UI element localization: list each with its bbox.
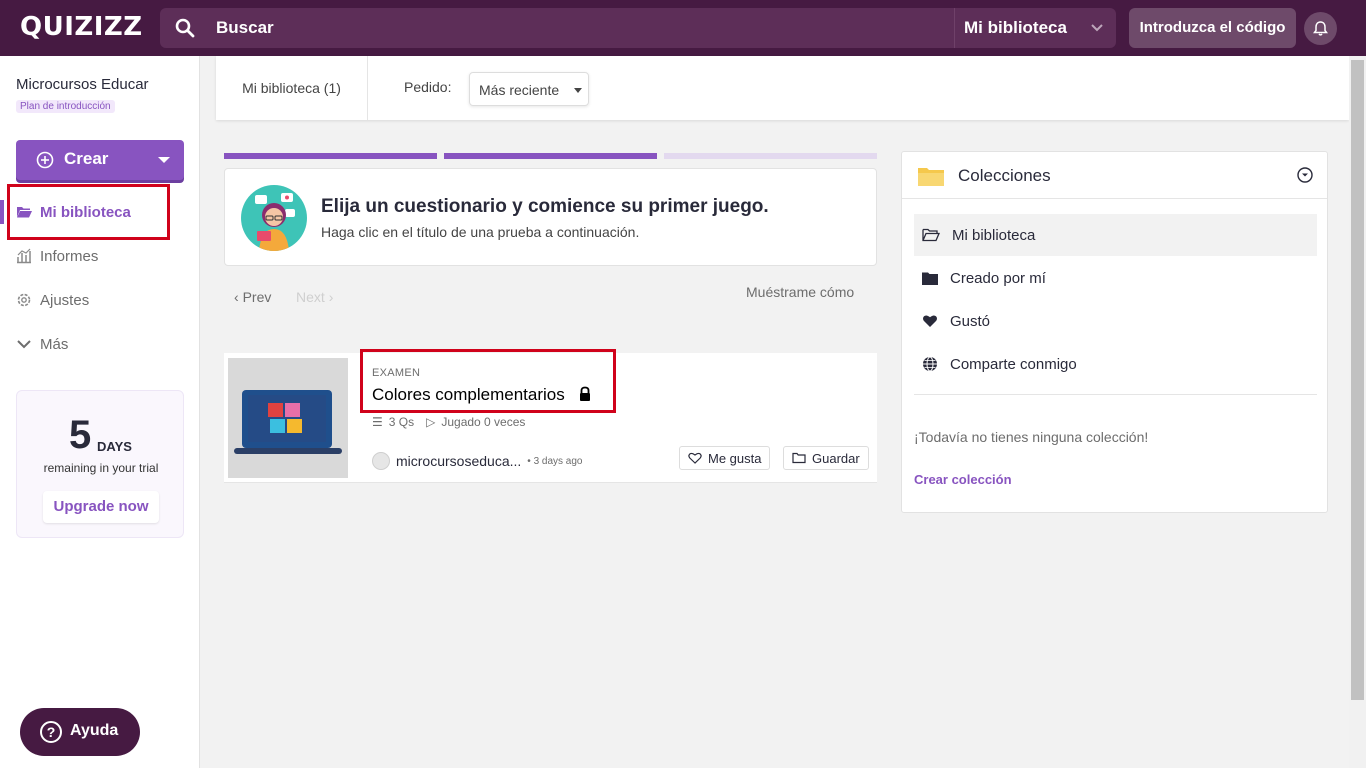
collection-label: Creado por mí [950, 269, 1046, 287]
caret-down-icon[interactable] [158, 157, 170, 163]
progress-segment-3 [664, 153, 877, 159]
order-select[interactable]: Más reciente [469, 72, 589, 106]
folder-icon [792, 452, 806, 464]
plus-circle-icon [36, 151, 54, 169]
order-label: Pedido: [404, 79, 452, 95]
collection-label: Comparte conmigo [950, 355, 1077, 373]
search-icon [175, 18, 195, 38]
sidebar-item-label: Ajustes [40, 291, 90, 309]
chart-icon [17, 248, 31, 264]
order-value: Más reciente [479, 82, 560, 98]
quizizz-logo[interactable]: QUIZIZZ [20, 12, 143, 42]
globe-icon [923, 356, 937, 372]
question-icon: ? [40, 721, 62, 743]
quiz-author: microcursoseduca... • 3 days ago [372, 452, 583, 470]
onboarding-illustration [241, 185, 307, 251]
help-label: Ayuda [70, 722, 119, 739]
notifications-button[interactable] [1304, 12, 1337, 45]
trial-days-unit: DAYS [97, 439, 132, 454]
collection-label: Mi biblioteca [952, 226, 1036, 244]
list-icon: ☰ [372, 415, 383, 429]
quiz-time: • 3 days ago [527, 455, 583, 467]
top-bar: QUIZIZZ Buscar Mi biblioteca Introduzca … [0, 0, 1366, 56]
folder-icon [922, 272, 938, 285]
collection-liked[interactable]: Gustó [914, 300, 1317, 342]
onboarding-title: Elija un cuestionario y comience su prim… [321, 196, 769, 217]
chevron-down-icon [17, 340, 31, 349]
save-label: Guardar [812, 450, 860, 466]
tab-my-library[interactable]: Mi biblioteca (1) [216, 56, 368, 120]
onboarding-card: Elija un cuestionario y comience su prim… [224, 168, 877, 266]
prev-label: Prev [242, 289, 272, 305]
search-input[interactable]: Buscar [216, 18, 274, 38]
help-button[interactable]: ? Ayuda [20, 708, 140, 756]
quiz-meta: ☰ 3 Qs ▷ Jugado 0 veces [372, 415, 525, 429]
search-scope-value: Mi biblioteca [964, 18, 1067, 37]
chevron-down-icon [1091, 24, 1103, 32]
show-me-how-link[interactable]: Muéstrame cómo [746, 284, 854, 300]
quiz-title[interactable]: Colores complementarios [372, 385, 565, 405]
trial-box: 5 DAYS remaining in your trial Upgrade n… [16, 390, 184, 538]
quiz-questions: 3 Qs [388, 415, 415, 429]
library-header: Mi biblioteca (1) Pedido: Más reciente [216, 56, 1349, 120]
quiz-thumbnail[interactable] [228, 358, 348, 478]
save-button[interactable]: Guardar [783, 446, 869, 470]
progress-segment-1 [224, 153, 437, 159]
upgrade-button[interactable]: Upgrade now [43, 491, 159, 523]
like-button[interactable]: Me gusta [679, 446, 771, 470]
collections-title: Colecciones [958, 166, 1051, 185]
progress-segment-2 [444, 153, 657, 159]
highlight-box [7, 184, 170, 240]
heart-icon [688, 452, 702, 464]
sidebar-item-reports[interactable]: Informes [16, 244, 98, 268]
collections-panel: Colecciones Mi biblioteca Creado por mí … [901, 151, 1328, 513]
caret-down-icon [574, 88, 582, 93]
quiz-played: Jugado 0 veces [441, 415, 526, 429]
chevron-left-icon: ‹ [234, 289, 239, 305]
play-icon: ▷ [426, 415, 436, 429]
search-scope-select[interactable]: Mi biblioteca [954, 8, 1116, 48]
quiz-type: EXAMEN [372, 367, 421, 379]
trial-subtitle: remaining in your trial [43, 461, 159, 475]
quiz-time-value: 3 days ago [533, 455, 583, 467]
search-bar[interactable]: Buscar Mi biblioteca [160, 8, 1116, 48]
collection-shared-with-me[interactable]: Comparte conmigo [914, 343, 1317, 385]
collections-header[interactable]: Colecciones [902, 152, 1327, 199]
onboarding-subtitle: Haga clic en el título de una prueba a c… [321, 224, 640, 240]
create-button[interactable]: Crear [16, 140, 184, 180]
heart-icon [923, 315, 937, 327]
sidebar-item-label: Más [40, 335, 69, 353]
plan-badge: Plan de introducción [16, 100, 115, 113]
like-label: Me gusta [708, 450, 762, 466]
collection-created-by-me[interactable]: Creado por mí [914, 257, 1317, 299]
sidebar: Microcursos Educar Plan de introducción … [0, 56, 200, 768]
sidebar-item-more[interactable]: Más [16, 332, 68, 356]
author-name[interactable]: microcursoseduca... [396, 453, 521, 469]
collection-label: Gustó [950, 312, 991, 330]
folder-open-icon [922, 228, 940, 242]
org-name: Microcursos Educar [16, 76, 149, 93]
next-button[interactable]: Next › [296, 289, 333, 305]
enter-code-button[interactable]: Introduzca el código [1129, 8, 1296, 48]
create-label: Crear [64, 149, 109, 168]
empty-collections-message: ¡Todavía no tienes ninguna colección! [914, 429, 1149, 445]
chevron-right-icon: › [328, 289, 334, 305]
next-label: Next [296, 289, 325, 305]
quiz-card[interactable]: EXAMEN Colores complementarios ☰ 3 Qs ▷ … [224, 349, 877, 483]
trial-days-number: 5 [69, 413, 92, 457]
prev-button[interactable]: ‹ Prev [234, 289, 271, 305]
bell-icon [1313, 21, 1328, 36]
scrollbar-thumb[interactable] [1351, 60, 1364, 700]
create-collection-link[interactable]: Crear colección [914, 472, 1012, 487]
folder-icon [918, 168, 944, 186]
active-indicator [0, 200, 4, 224]
lock-icon [580, 386, 590, 401]
sidebar-item-label: Informes [40, 247, 99, 265]
sidebar-item-settings[interactable]: Ajustes [16, 288, 89, 312]
gear-icon [17, 293, 31, 307]
avatar [372, 452, 390, 470]
collection-my-library[interactable]: Mi biblioteca [914, 214, 1317, 256]
chevron-down-circle-icon[interactable] [1297, 167, 1313, 183]
divider [914, 394, 1317, 395]
